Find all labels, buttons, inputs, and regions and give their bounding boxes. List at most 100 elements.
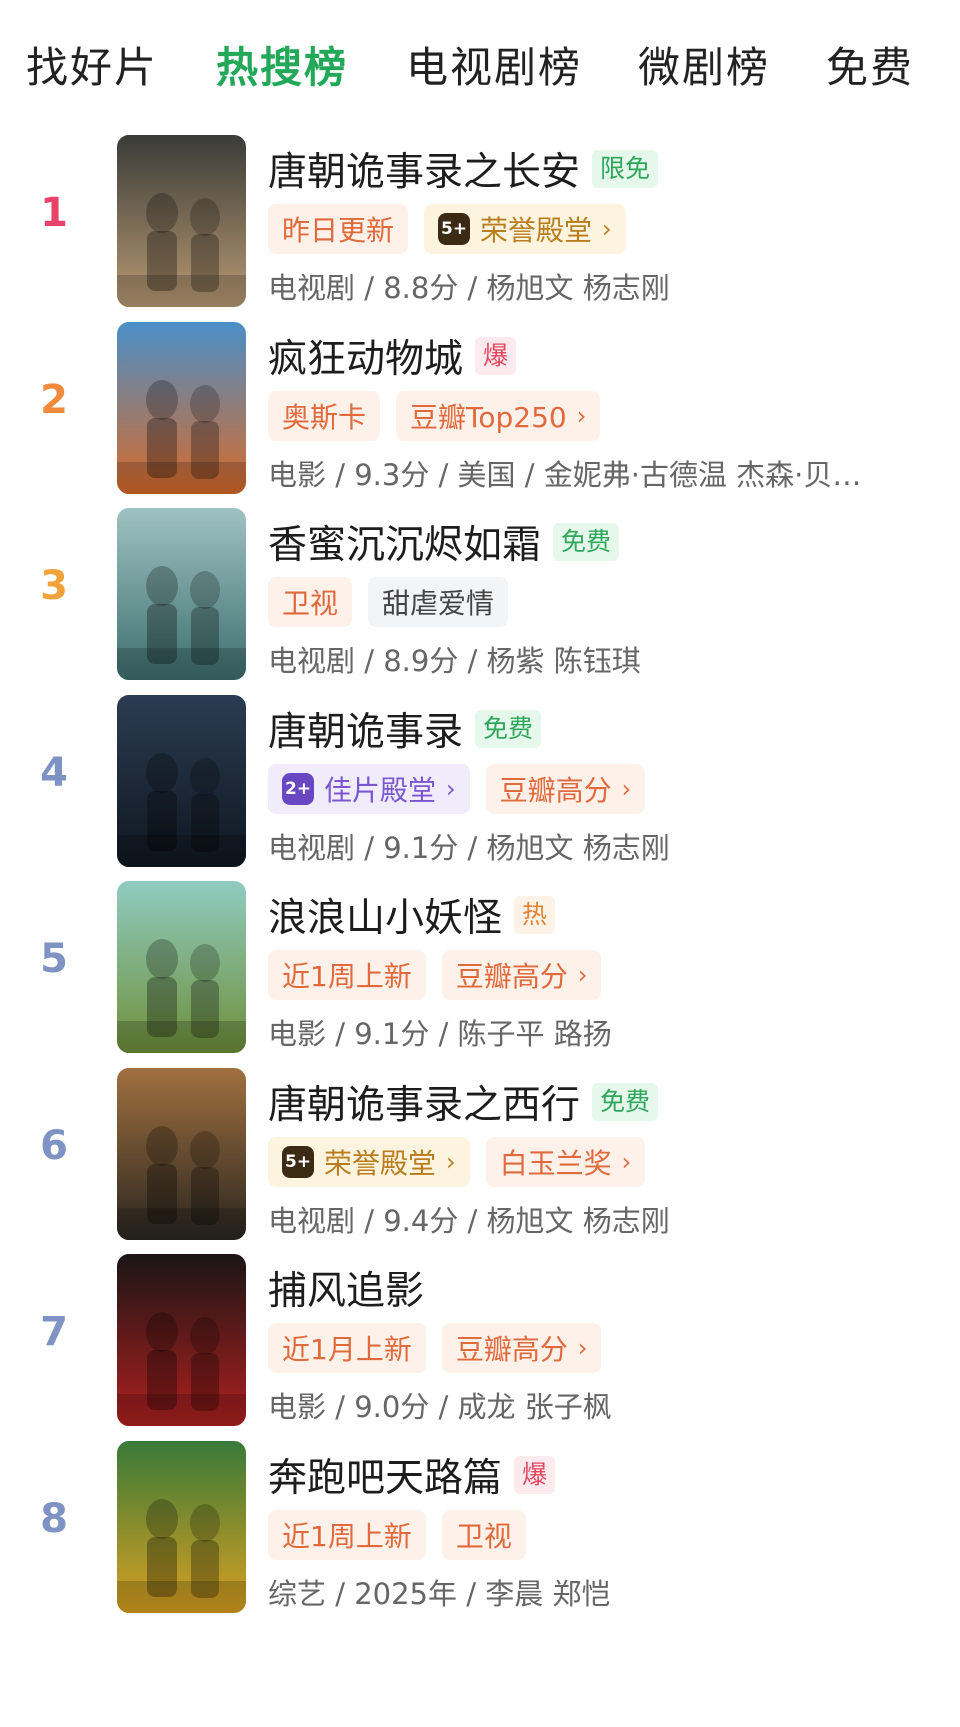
- tag-chip[interactable]: 昨日更新: [268, 204, 409, 254]
- title-line: 香蜜沉沉烬如霜 免费: [268, 514, 620, 570]
- status-badge: 免费: [592, 1082, 659, 1121]
- poster-artwork: [117, 321, 246, 494]
- tag-group: 卫视 甜虐爱情: [268, 577, 509, 627]
- item-title[interactable]: 唐朝诡事录之长安: [268, 141, 580, 197]
- tag-chip[interactable]: 2+ 佳片殿堂 ›: [268, 763, 470, 814]
- purple-medal-icon: 2+: [282, 772, 314, 805]
- tag-label: 白玉兰奖: [499, 1146, 612, 1180]
- chevron-right-icon: ›: [602, 215, 612, 243]
- tag-chip[interactable]: 卫视: [441, 1509, 526, 1560]
- poster-image[interactable]: [117, 135, 246, 307]
- tag-chip[interactable]: 近1周上新: [268, 950, 426, 1000]
- list-item-8[interactable]: 8 奔跑吧天路篇 爆 近1周上新 卫视 综艺 / 2025年 / 李晨 郑恺: [0, 1431, 960, 1636]
- tag-chip[interactable]: 5+ 荣誉殿堂 ›: [424, 204, 626, 254]
- rank-number: 2: [40, 376, 68, 423]
- list-item-5[interactable]: 5 浪浪山小妖怪 热 近1周上新 豆瓣高分 › 电影 / 9.1分 / 陈子平 …: [0, 871, 960, 1076]
- poster-image[interactable]: [117, 1254, 246, 1426]
- poster-image[interactable]: [117, 508, 246, 680]
- rank-number: 3: [40, 563, 68, 609]
- item-title[interactable]: 浪浪山小妖怪: [268, 887, 502, 943]
- tag-label: 昨日更新: [282, 214, 395, 247]
- tag-chip[interactable]: 白玉兰奖 ›: [485, 1136, 646, 1187]
- item-title[interactable]: 唐朝诡事录: [268, 701, 463, 757]
- rank-number: 8: [40, 1495, 68, 1542]
- poster-artwork: [117, 1254, 246, 1426]
- list-item-7[interactable]: 7 捕风追影 近1月上新 豆瓣高分 › 电影 / 9.0分 / 成龙 张子枫: [0, 1244, 960, 1449]
- tag-label: 近1月上新: [282, 1333, 412, 1366]
- poster-image[interactable]: [117, 1440, 246, 1613]
- tab-free[interactable]: 免费: [826, 34, 914, 95]
- tag-label: 豆瓣高分: [455, 960, 568, 993]
- poster-image[interactable]: [117, 321, 246, 494]
- rank-number: 5: [40, 936, 68, 982]
- tag-group: 2+ 佳片殿堂 › 豆瓣高分 ›: [268, 763, 646, 814]
- tab-micro-drama-ranking[interactable]: 微剧榜: [638, 34, 770, 95]
- tab-hot-search-ranking[interactable]: 热搜榜: [216, 34, 348, 95]
- tag-label: 豆瓣高分: [499, 773, 612, 807]
- tag-chip[interactable]: 卫视: [268, 577, 353, 627]
- poster-image[interactable]: [117, 694, 246, 867]
- tag-chip[interactable]: 豆瓣高分 ›: [485, 763, 646, 814]
- tab-find-good-films[interactable]: 找好片: [26, 34, 158, 95]
- title-line: 唐朝诡事录之长安 限免: [268, 141, 659, 197]
- status-badge: 爆: [514, 1455, 556, 1494]
- poster-artwork: [117, 881, 246, 1053]
- item-title[interactable]: 香蜜沉沉烬如霜: [268, 514, 541, 570]
- gold-medal-icon: 5+: [282, 1145, 314, 1178]
- tag-group: 近1周上新 豆瓣高分 ›: [268, 950, 602, 1000]
- poster-image[interactable]: [117, 1067, 246, 1240]
- title-line: 奔跑吧天路篇 爆: [268, 1447, 556, 1503]
- poster-image[interactable]: [117, 881, 246, 1053]
- item-title[interactable]: 疯狂动物城: [268, 328, 463, 384]
- title-line: 唐朝诡事录之西行 免费: [268, 1074, 659, 1130]
- item-meta: 电视剧 / 8.8分 / 杨旭文 杨志刚: [268, 271, 670, 305]
- chevron-right-icon: ›: [577, 961, 588, 989]
- list-item-1[interactable]: 1 唐朝诡事录之长安 限免 昨日更新 5+ 荣誉殿堂 › 电视剧 / 8.8分 …: [0, 125, 960, 330]
- list-item-2[interactable]: 2 疯狂动物城 爆 奥斯卡 豆瓣Top250 › 电影 / 9.3分 / 美国 …: [0, 312, 960, 517]
- gold-medal-icon: 5+: [438, 213, 471, 245]
- tab-tv-series-ranking[interactable]: 电视剧榜: [406, 34, 582, 95]
- status-badge: 限免: [592, 150, 659, 188]
- chevron-right-icon: ›: [446, 774, 456, 803]
- poster-artwork: [117, 135, 246, 307]
- item-meta: 电影 / 9.0分 / 成龙 张子枫: [268, 1390, 612, 1424]
- tag-label: 奥斯卡: [282, 400, 367, 434]
- tag-chip[interactable]: 甜虐爱情: [368, 577, 509, 627]
- title-line: 捕风追影: [268, 1260, 424, 1316]
- tag-chip[interactable]: 近1周上新: [268, 1509, 426, 1560]
- tag-chip[interactable]: 近1月上新: [268, 1323, 426, 1373]
- tag-group: 近1月上新 豆瓣高分 ›: [268, 1323, 602, 1373]
- chevron-right-icon: ›: [446, 1147, 456, 1176]
- tag-label: 卫视: [455, 1519, 512, 1553]
- title-line: 浪浪山小妖怪 热: [268, 887, 556, 943]
- tag-chip[interactable]: 豆瓣高分 ›: [441, 950, 602, 1000]
- list-item-3[interactable]: 3 香蜜沉沉烬如霜 免费 卫视 甜虐爱情 电视剧 / 8.9分 / 杨紫 陈钰琪: [0, 498, 960, 703]
- tag-label: 卫视: [282, 587, 339, 620]
- tag-chip[interactable]: 豆瓣高分 ›: [441, 1323, 602, 1373]
- chevron-right-icon: ›: [577, 1334, 588, 1362]
- poster-artwork: [117, 1067, 246, 1240]
- item-title[interactable]: 奔跑吧天路篇: [268, 1447, 502, 1503]
- list-item-4[interactable]: 4 唐朝诡事录 免费 2+ 佳片殿堂 › 豆瓣高分 › 电视剧 / 9.1分 /…: [0, 685, 960, 890]
- tag-chip[interactable]: 豆瓣Top250 ›: [396, 390, 601, 441]
- tag-chip[interactable]: 奥斯卡: [268, 390, 381, 441]
- item-meta: 电视剧 / 9.1分 / 杨旭文 杨志刚: [268, 830, 670, 865]
- tag-label: 近1周上新: [282, 960, 412, 993]
- title-line: 唐朝诡事录 免费: [268, 701, 542, 757]
- tag-label: 豆瓣高分: [455, 1333, 568, 1366]
- item-meta: 电影 / 9.3分 / 美国 / 金妮弗·古德温 杰森·贝…: [268, 457, 862, 492]
- status-badge: 爆: [475, 336, 517, 375]
- tag-label: 甜虐爱情: [382, 587, 495, 620]
- tag-label: 荣誉殿堂: [480, 214, 593, 247]
- tag-group: 昨日更新 5+ 荣誉殿堂 ›: [268, 204, 626, 254]
- list-item-6[interactable]: 6 唐朝诡事录之西行 免费 5+ 荣誉殿堂 › 白玉兰奖 › 电视剧 / 9.4…: [0, 1058, 960, 1263]
- rank-number: 4: [40, 749, 68, 796]
- item-meta: 电视剧 / 8.9分 / 杨紫 陈钰琪: [268, 644, 641, 678]
- rank-number: 6: [40, 1122, 68, 1169]
- status-badge: 热: [514, 896, 556, 934]
- item-title[interactable]: 唐朝诡事录之西行: [268, 1074, 580, 1130]
- tag-chip[interactable]: 5+ 荣誉殿堂 ›: [268, 1136, 470, 1187]
- category-tab-bar: 找好片 热搜榜 电视剧榜 微剧榜 免费: [0, 0, 960, 125]
- item-title[interactable]: 捕风追影: [268, 1260, 424, 1316]
- title-line: 疯狂动物城 爆: [268, 328, 517, 384]
